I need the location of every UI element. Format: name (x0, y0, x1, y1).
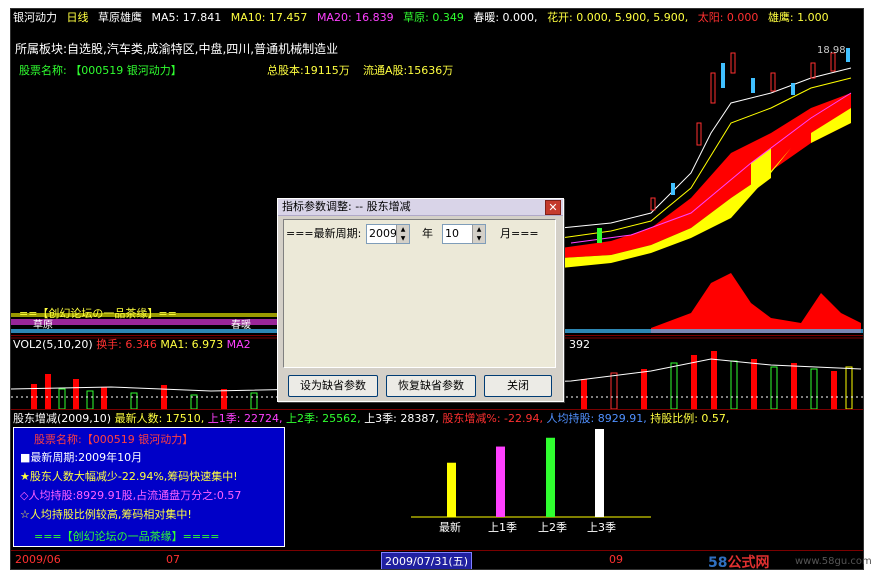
red-ribbon (561, 93, 851, 258)
holder-q1: 上1季: 22724, (207, 412, 283, 425)
month-stepper[interactable]: 10 ▲ ▼ (442, 224, 486, 244)
red-mountain (651, 273, 861, 333)
info-line1: ★股东人数大幅减少-22.94%,筹码快速集中! (20, 470, 238, 483)
month-value: 10 (445, 227, 459, 240)
info-footer: ===【创幻论坛の一品茶缘】==== (34, 530, 220, 543)
holder-bar (496, 446, 505, 517)
close-button[interactable]: 关闭 (484, 375, 552, 397)
dialog-titlebar[interactable]: 指标参数调整: -- 股东增减 ✕ (278, 199, 563, 216)
period-label: ===最新周期: (286, 227, 362, 240)
month-up-icon[interactable]: ▲ (472, 225, 485, 234)
holder-bar-label: 上1季 (488, 521, 517, 534)
watermark-logo: 58公式网 (708, 555, 770, 571)
info-line3: ☆人均持股比例较高,筹码相对集中! (20, 508, 192, 521)
caoyuan-tag: 草原 (33, 320, 53, 331)
date-sep: 09 (609, 553, 623, 566)
month-unit: 月=== (500, 227, 539, 240)
holder-bar (595, 429, 604, 517)
info-period: ■最新周期:2009年10月 (20, 451, 143, 464)
info-name: 股票名称:【000519 银河动力】 (34, 433, 194, 446)
holder-bar (447, 462, 456, 517)
holder-bar-label: 上3季 (587, 521, 616, 534)
holder-bar-label: 上2季 (538, 521, 567, 534)
year-stepper[interactable]: 2009 ▲ ▼ (366, 224, 410, 244)
restore-default-button[interactable]: 恢复缺省参数 (386, 375, 476, 397)
year-unit: 年 (422, 227, 433, 240)
holder-ratio: 持股比例: 0.57, (650, 412, 730, 425)
param-dialog: 指标参数调整: -- 股东增减 ✕ ===最新周期: 2009 ▲ ▼ 年 10… (277, 198, 564, 402)
year-value: 2009 (369, 227, 397, 240)
info-line2: ◇人均持股:8929.91股,占流通盘万分之:0.57 (20, 489, 242, 502)
watermark-url: www.58gu.com (795, 556, 872, 567)
date-cursor[interactable]: 2009/07/31(五) (381, 552, 472, 569)
info-panel: 股票名称:【000519 银河动力】 ■最新周期:2009年10月 ★股东人数大… (13, 427, 285, 547)
close-icon[interactable]: ✕ (545, 200, 561, 215)
chunnuan-tag: 春暖 (231, 320, 251, 331)
year-down-icon[interactable]: ▼ (396, 234, 409, 243)
month-down-icon[interactable]: ▼ (472, 234, 485, 243)
date-jul: 07 (166, 553, 180, 566)
dialog-body: ===最新周期: 2009 ▲ ▼ 年 10 ▲ ▼ 月=== (283, 219, 556, 368)
holder-q2: 上2季: 25562, (285, 412, 361, 425)
holder-bar-label: 最新 (439, 521, 461, 534)
holder-bar-labels: 最新 上1季 上2季 上3季 (411, 519, 651, 534)
holder-latest: 最新人数: 17510, (114, 412, 205, 425)
holder-bar (546, 437, 555, 517)
date-start: 2009/06 (15, 553, 61, 566)
year-up-icon[interactable]: ▲ (396, 225, 409, 234)
high-price-label: 18.98 (817, 45, 846, 56)
holder-label: 股东增减(2009,10) (13, 412, 112, 425)
set-default-button[interactable]: 设为缺省参数 (288, 375, 378, 397)
dialog-title: 指标参数调整: -- 股东增减 (282, 200, 411, 213)
